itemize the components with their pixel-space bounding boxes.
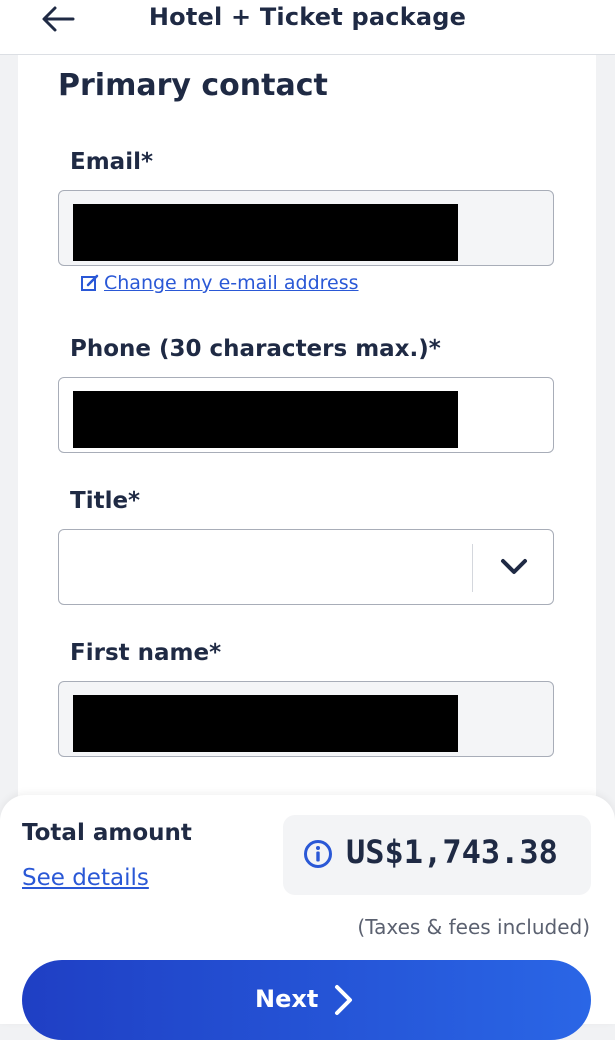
taxes-note: (Taxes & fees included) bbox=[357, 915, 590, 939]
edit-icon bbox=[81, 274, 99, 291]
first-name-field[interactable] bbox=[58, 681, 554, 757]
checkout-footer: Total amount See details US$1,743.38 (Ta… bbox=[0, 795, 615, 1040]
price-box[interactable]: US$1,743.38 bbox=[283, 815, 591, 895]
next-button[interactable]: Next bbox=[22, 960, 591, 1040]
change-email-link[interactable]: Change my e-mail address bbox=[80, 272, 359, 294]
chevron-right-icon bbox=[335, 985, 352, 1015]
redacted-value bbox=[73, 204, 458, 261]
title-label: Title* bbox=[70, 488, 141, 514]
total-label: Total amount bbox=[22, 820, 192, 846]
phone-label: Phone (30 characters max.)* bbox=[70, 336, 441, 362]
redacted-value bbox=[73, 391, 458, 448]
section-title: Primary contact bbox=[58, 68, 328, 103]
page-title: Hotel + Ticket package bbox=[148, 3, 467, 31]
title-select[interactable] bbox=[58, 529, 554, 605]
next-label: Next bbox=[255, 985, 319, 1013]
phone-field[interactable] bbox=[58, 377, 554, 453]
email-field[interactable] bbox=[58, 190, 554, 266]
see-details-link[interactable]: See details bbox=[22, 865, 149, 891]
info-icon[interactable] bbox=[303, 839, 333, 869]
email-label: Email* bbox=[70, 149, 153, 175]
total-price: US$1,743.38 bbox=[346, 833, 558, 871]
contact-form-card: Primary contact Email* Change my e-mail … bbox=[18, 55, 596, 815]
select-divider bbox=[472, 544, 473, 592]
redacted-value bbox=[73, 695, 458, 752]
change-email-label: Change my e-mail address bbox=[104, 272, 359, 294]
top-bar: Hotel + Ticket package bbox=[0, 0, 615, 55]
chevron-down-icon bbox=[501, 559, 527, 574]
first-name-label: First name* bbox=[70, 640, 222, 666]
